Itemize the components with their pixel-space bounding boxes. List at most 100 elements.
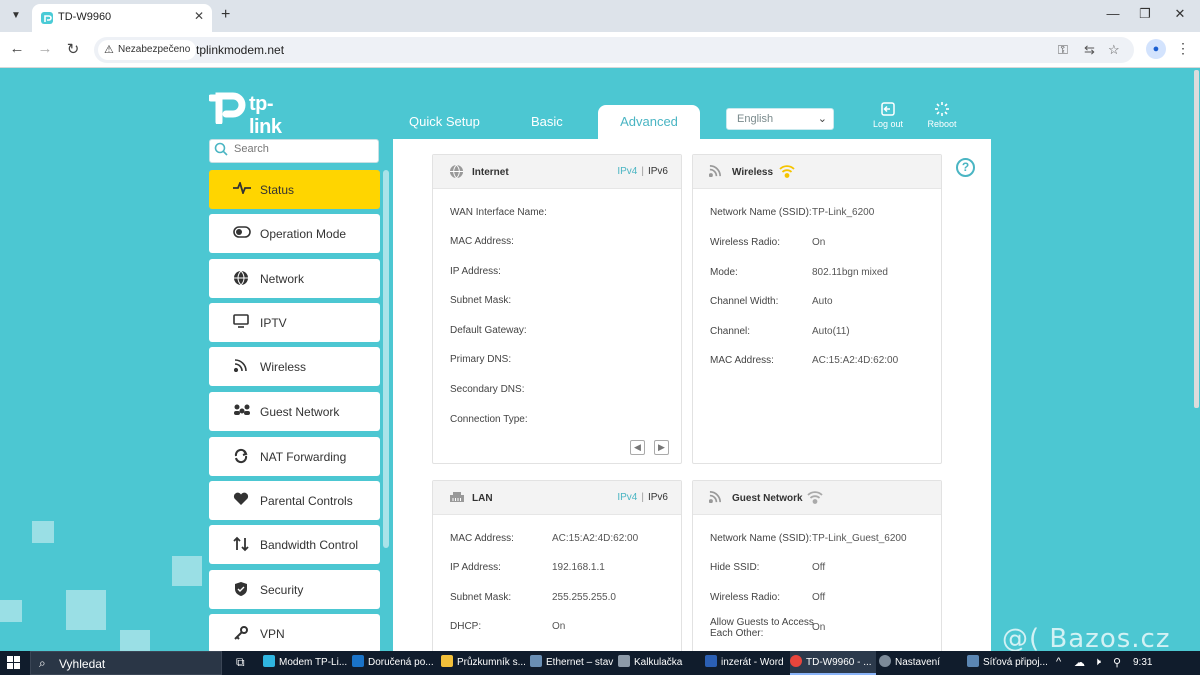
network-icon <box>530 655 542 667</box>
card-title: Guest Network <box>732 493 803 504</box>
taskbar-app-edge[interactable]: Modem TP-Li... <box>263 651 349 675</box>
heart-icon <box>233 492 249 508</box>
translate-icon[interactable]: ⇆ <box>1084 42 1095 58</box>
sidebar-scrollbar[interactable] <box>383 170 389 548</box>
logout-icon <box>868 101 908 119</box>
language-select[interactable]: English ⌄ <box>726 108 834 130</box>
taskbar-app-outlook[interactable]: Doručená po... <box>352 651 438 675</box>
calculator-icon <box>618 655 630 667</box>
lan-card: LAN IPv4 | IPv6 MAC Address: AC:15:A2:4D:6… <box>432 480 682 655</box>
sidebar-item-network[interactable]: Network <box>209 259 380 298</box>
status-pulse-icon <box>233 180 251 197</box>
close-window-icon[interactable]: ✕ <box>1170 6 1190 22</box>
tab-basic[interactable]: Basic <box>531 114 563 129</box>
taskbar-app-label: TD-W9960 - ... <box>806 657 872 668</box>
profile-avatar-icon[interactable]: ● <box>1146 39 1166 59</box>
forward-icon[interactable]: → <box>35 40 55 57</box>
taskbar-app-label: Kalkulačka <box>634 657 683 668</box>
reboot-button[interactable]: Reboot <box>922 101 962 129</box>
field-value: Off <box>812 592 826 603</box>
sidebar-item-guest-network[interactable]: Guest Network <box>209 392 380 431</box>
restore-icon[interactable]: ❐ <box>1135 6 1155 22</box>
sidebar-item-operation-mode[interactable]: Operation Mode <box>209 214 380 253</box>
field-value: AC:15:A2:4D:62:00 <box>812 355 899 366</box>
taskbar-app-settings[interactable]: Nastavení <box>879 651 965 675</box>
reboot-icon <box>922 101 962 119</box>
minimize-icon[interactable]: — <box>1103 6 1123 21</box>
ipv4-option[interactable]: IPv4 <box>617 492 637 503</box>
taskbar-app-network-connections[interactable]: Síťová připoj... <box>967 651 1051 675</box>
password-key-icon[interactable]: ⚿ <box>1058 42 1068 58</box>
sidebar-item-wireless[interactable]: Wireless <box>209 347 380 386</box>
field-label: Mode: <box>710 267 738 278</box>
taskbar-app-calculator[interactable]: Kalkulačka <box>618 651 704 675</box>
taskbar-search[interactable]: ⌕ Vyhledat <box>30 651 222 675</box>
site-info-chip[interactable]: ⚠ Nezabezpečeno <box>98 40 197 60</box>
tray-network-icon[interactable]: ⚲ <box>1113 656 1121 669</box>
security-label: Nezabezpečeno <box>118 44 191 55</box>
field-value: TP-Link_6200 <box>812 207 875 218</box>
next-page-icon[interactable]: ▶ <box>654 440 669 455</box>
ipv4-option[interactable]: IPv4 <box>617 166 637 177</box>
browser-tab[interactable]: TD-W9960 ✕ <box>32 4 212 32</box>
windows-start-icon[interactable] <box>7 656 21 670</box>
tray-chevron-up-icon[interactable]: ^ <box>1056 656 1061 668</box>
tray-volume-icon[interactable]: 🕨 <box>1094 656 1101 669</box>
card-header: Internet IPv4 | IPv6 <box>433 155 681 189</box>
reload-icon[interactable]: ↻ <box>63 40 83 58</box>
taskbar-app-chrome[interactable]: TD-W9960 - ... <box>790 651 876 675</box>
menu-search[interactable] <box>209 139 379 163</box>
browser-menu-icon[interactable]: ⋮ <box>1176 40 1190 57</box>
new-tab-icon[interactable]: + <box>221 6 230 24</box>
wireless-icon <box>233 358 249 374</box>
address-bar[interactable]: ⚠ Nezabezpečeno tplinkmodem.net ⚿ ⇆ ☆ <box>94 37 1134 63</box>
taskbar-app-ethernet[interactable]: Ethernet – stav <box>530 651 616 675</box>
close-tab-icon[interactable]: ✕ <box>194 9 204 23</box>
task-view-icon[interactable]: ⧉ <box>236 655 245 670</box>
sidebar-item-iptv[interactable]: IPTV <box>209 303 380 342</box>
ipv6-option[interactable]: IPv6 <box>648 166 668 177</box>
field-label: Allow Guests to Access Each Other: <box>710 617 814 639</box>
card-header: LAN IPv4 | IPv6 <box>433 481 681 515</box>
sidebar-item-parental-controls[interactable]: Parental Controls <box>209 481 380 520</box>
logout-button[interactable]: Log out <box>868 101 908 129</box>
tray-onedrive-icon[interactable]: ☁ <box>1074 656 1085 669</box>
bookmark-star-icon[interactable]: ☆ <box>1108 42 1120 58</box>
field-label: Subnet Mask: <box>450 295 512 306</box>
field-value: 255.255.255.0 <box>552 592 616 603</box>
field-label: Default Gateway: <box>450 325 527 336</box>
field-label: Secondary DNS: <box>450 384 525 395</box>
field-label: Connection Type: <box>450 414 528 425</box>
sidebar-item-label: Status <box>260 183 295 197</box>
taskbar-app-word[interactable]: inzerát - Word <box>705 651 791 675</box>
decor-shape <box>66 590 106 630</box>
wireless-icon <box>708 164 722 180</box>
field-label: MAC Address: <box>450 236 514 247</box>
wifi-off-icon <box>807 491 823 507</box>
sidebar-item-label: Network <box>260 272 305 286</box>
sidebar-item-vpn[interactable]: VPN <box>209 614 380 653</box>
search-input[interactable] <box>234 143 374 155</box>
decor-shape <box>0 600 22 622</box>
ipv6-option[interactable]: IPv6 <box>648 492 668 503</box>
shield-icon <box>233 581 249 597</box>
tab-quick-setup[interactable]: Quick Setup <box>409 114 480 129</box>
field-label: IP Address: <box>450 562 501 573</box>
wifi-on-icon <box>779 165 795 181</box>
help-icon[interactable]: ? <box>956 158 975 177</box>
tab-advanced[interactable]: Advanced <box>598 105 700 139</box>
sidebar-item-bandwidth-control[interactable]: Bandwidth Control <box>209 525 380 564</box>
tab-search-chevron-icon[interactable]: ▼ <box>6 6 26 26</box>
previous-page-icon[interactable]: ◀ <box>630 440 645 455</box>
outlook-icon <box>352 655 364 667</box>
field-value: Auto(11) <box>812 326 850 337</box>
back-icon[interactable]: ← <box>7 40 27 57</box>
guests-icon <box>233 403 250 419</box>
sidebar-item-status[interactable]: Status <box>209 170 380 209</box>
sidebar-item-security[interactable]: Security <box>209 570 380 609</box>
taskbar-app-explorer[interactable]: Průzkumník s... <box>441 651 527 675</box>
sidebar-item-nat-forwarding[interactable]: NAT Forwarding <box>209 437 380 476</box>
page-scrollbar[interactable] <box>1194 70 1199 408</box>
url-text[interactable]: tplinkmodem.net <box>196 43 284 57</box>
taskbar-clock[interactable]: 9:31 <box>1133 657 1152 668</box>
